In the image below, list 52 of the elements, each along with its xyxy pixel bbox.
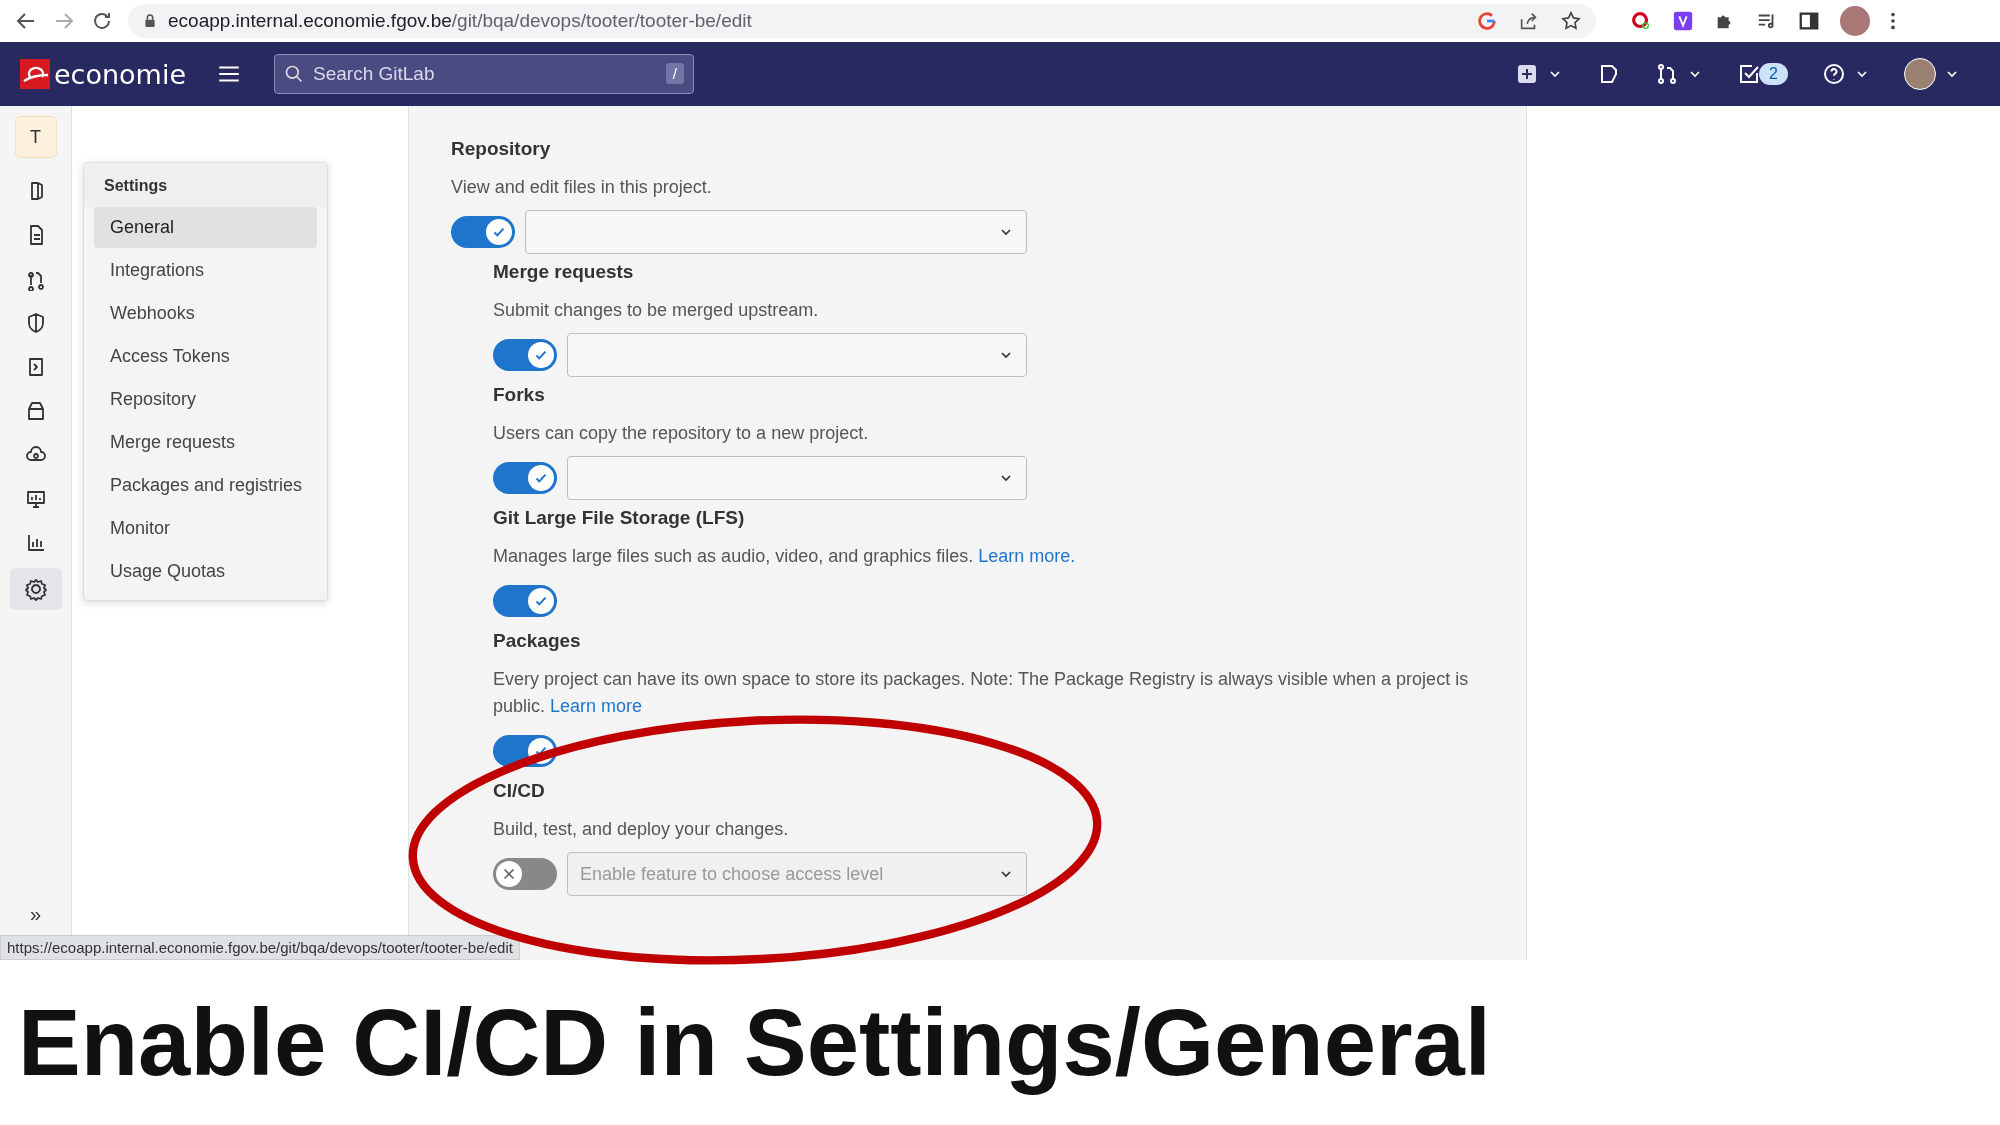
menu-item[interactable]: Access Tokens	[94, 336, 317, 377]
feature-toggle[interactable]	[493, 339, 557, 371]
lock-icon	[142, 13, 158, 29]
feature-title: Merge requests	[493, 260, 635, 284]
feature-description: Build, test, and deploy your changes.	[493, 818, 790, 841]
side-panel-icon[interactable]	[1798, 10, 1820, 32]
menu-item[interactable]: Repository	[94, 379, 317, 420]
address-bar[interactable]: ecoapp.internal.economie.fgov.be/git/bqa/devops/tooter/tooter-be/edit	[128, 4, 1596, 38]
flyout-title: Settings	[84, 163, 327, 207]
url-text: ecoapp.internal.economie.fgov.be/git/bqa/devops/tooter/tooter-be/edit	[168, 10, 752, 32]
extension-ring-icon[interactable]	[1630, 10, 1652, 32]
feature-toggle[interactable]	[493, 858, 557, 890]
link-preview-url: https://ecoapp.internal.economie.fgov.be/git/bqa/devops/tooter/tooter-be/edit	[0, 935, 520, 960]
menu-item[interactable]: General	[94, 207, 317, 248]
star-icon[interactable]	[1560, 10, 1582, 32]
feature-toggle[interactable]	[451, 216, 515, 248]
learn-more-link[interactable]: Learn more	[550, 696, 643, 716]
menu-item[interactable]: Usage Quotas	[94, 551, 317, 592]
feature-description: Manages large files such as audio, video, and graphics files. Learn more.	[493, 545, 1077, 568]
feature-title: Forks	[493, 383, 546, 407]
learn-more-link[interactable]: Learn more.	[978, 546, 1076, 566]
profile-avatar[interactable]	[1840, 6, 1870, 36]
feature-title: Git Large File Storage (LFS)	[493, 506, 746, 530]
feature-title: CI/CD	[493, 779, 546, 803]
feature-toggle[interactable]	[493, 462, 557, 494]
settings-icon	[23, 577, 48, 601]
feature-title: Packages	[493, 629, 582, 653]
feature-description: View and edit files in this project.	[451, 176, 713, 199]
feature-title: Repository	[451, 137, 552, 161]
logo-icon[interactable]	[20, 59, 50, 89]
menu-item[interactable]: Merge requests	[94, 422, 317, 463]
menu-item[interactable]: Packages and registries	[94, 465, 317, 506]
feature-description: Every project can have its own space to store its packages. Note: The Package Registry is always visible when a project is public. Learn more	[493, 668, 1470, 718]
search-icon	[284, 64, 305, 84]
caption-text: Enable CI/CD in Settings/General	[17, 988, 1492, 1097]
menu-item[interactable]: Monitor	[94, 508, 317, 549]
more-menu-icon[interactable]	[1890, 10, 1896, 32]
feature-toggle[interactable]	[493, 585, 557, 617]
project-avatar[interactable]: T	[14, 116, 57, 158]
menu-item[interactable]: Webhooks	[94, 293, 317, 334]
google-g-icon[interactable]	[1476, 10, 1498, 32]
feature-description: Users can copy the repository to a new project.	[493, 422, 870, 445]
expand-sidebar-button[interactable]: »	[29, 903, 42, 926]
help-icon[interactable]	[1822, 62, 1846, 86]
todo-checkbox-icon[interactable]	[1737, 62, 1762, 86]
user-avatar[interactable]	[1904, 58, 1936, 90]
extension-square-icon[interactable]	[1672, 10, 1694, 32]
menu-item[interactable]: Integrations	[94, 250, 317, 291]
todo-count-badge[interactable]: 2	[1759, 63, 1788, 85]
logo-text[interactable]: economie	[54, 58, 187, 90]
sidebar-item[interactable]	[9, 568, 62, 610]
feature-description: Submit changes to be merged upstream.	[493, 299, 820, 322]
